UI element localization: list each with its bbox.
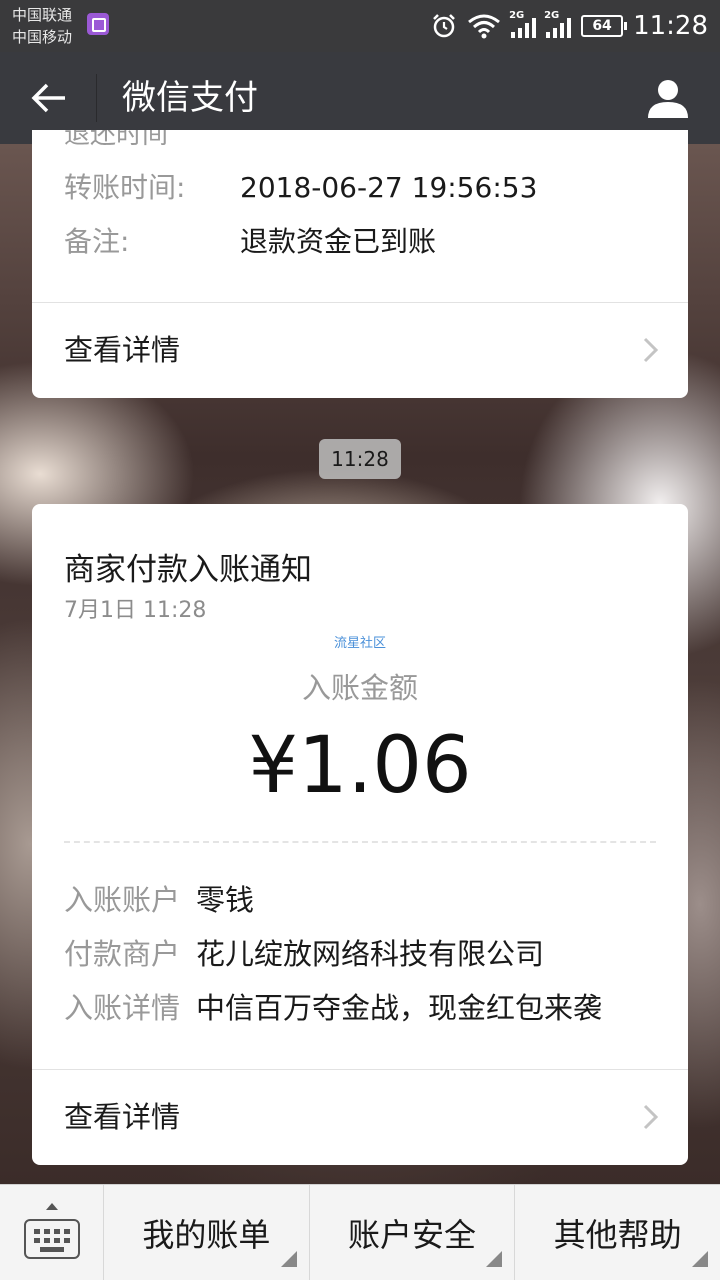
payment-notice-card[interactable]: 商家付款入账通知 7月1日 11:28 流星社区 入账金额 ¥1.06 入账账户…: [32, 504, 688, 1165]
view-details-button[interactable]: 查看详情: [32, 302, 688, 398]
partial-field-label: 退还时间: [64, 130, 169, 146]
status-clock: 11:28: [633, 11, 708, 41]
nav-divider: [96, 74, 97, 122]
watermark-text: 流星社区: [333, 636, 386, 651]
submenu-indicator-icon: [692, 1251, 709, 1267]
merchant-value: 花儿绽放网络科技有限公司: [196, 937, 545, 971]
alarm-icon: [433, 14, 455, 38]
transfer-time-label: 转账时间:: [64, 171, 186, 204]
refund-notice-card: 退还时间 转账时间: 2018-06-27 19:56:53 备注: 退款资金已…: [32, 130, 688, 398]
arrow-left-icon: [31, 83, 65, 113]
keyboard-icon: [24, 1219, 80, 1259]
menu-account-security-label: 账户安全: [348, 1216, 477, 1254]
notice-title: 商家付款入账通知: [64, 552, 312, 588]
notice-date: 7月1日 11:28: [64, 598, 207, 623]
user-icon: [648, 80, 688, 118]
network-type-1: 2G: [509, 10, 525, 21]
transfer-time-value: 2018-06-27 19:56:53: [240, 171, 538, 204]
detail-value: 中信百万夺金战，现金红包来袭: [196, 991, 603, 1025]
caret-up-icon: [46, 1203, 58, 1210]
wifi-icon: [468, 14, 500, 39]
view-details-label: 查看详情: [64, 333, 181, 367]
merchant-label: 付款商户: [64, 937, 181, 971]
note-label: 备注:: [64, 225, 130, 258]
gallery-notification-icon: [87, 13, 109, 35]
detail-row: 入账详情 中信百万夺金战，现金红包来袭: [64, 988, 602, 1028]
submenu-indicator-icon: [486, 1251, 503, 1267]
menu-my-bills-label: 我的账单: [142, 1216, 271, 1254]
carrier-1: 中国联通: [12, 6, 73, 24]
detail-label: 入账详情: [64, 991, 181, 1025]
menu-account-security[interactable]: 账户安全: [310, 1185, 516, 1280]
menu-other-help-label: 其他帮助: [553, 1216, 682, 1254]
view-details-button[interactable]: 查看详情: [32, 1069, 688, 1165]
note-value: 退款资金已到账: [240, 225, 437, 258]
account-label: 入账账户: [64, 883, 181, 917]
page-title: 微信支付: [122, 78, 258, 118]
transfer-time-row: 转账时间: 2018-06-27 19:56:53: [64, 170, 537, 206]
signal-1-icon: 2G: [509, 10, 537, 38]
battery-icon: 64: [581, 15, 628, 37]
status-icons: 2G 2G 64 11:28: [431, 0, 708, 52]
dashed-divider: [64, 841, 656, 843]
signal-2-icon: 2G: [544, 10, 572, 38]
account-value: 零钱: [196, 883, 255, 917]
account-row: 入账账户 零钱: [64, 880, 254, 920]
view-details-label: 查看详情: [64, 1100, 181, 1134]
chevron-right-icon: [643, 337, 659, 363]
message-timestamp: 11:28: [319, 439, 401, 479]
chevron-right-icon: [643, 1104, 659, 1130]
menu-other-help[interactable]: 其他帮助: [515, 1185, 720, 1280]
submenu-indicator-icon: [280, 1251, 297, 1267]
note-row: 备注: 退款资金已到账: [64, 224, 436, 260]
back-button[interactable]: [22, 74, 76, 122]
profile-button[interactable]: [642, 72, 694, 124]
bottom-menu: 我的账单 账户安全 其他帮助: [0, 1184, 720, 1280]
amount-value: ¥1.06: [248, 721, 472, 811]
keyboard-toggle-button[interactable]: [0, 1185, 104, 1280]
carrier-info: 中国联通 中国移动: [12, 4, 72, 48]
carrier-2: 中国移动: [12, 28, 73, 46]
status-bar: 中国联通 中国移动 2G 2G 64 11:28: [0, 0, 720, 52]
network-type-2: 2G: [544, 10, 560, 21]
menu-my-bills[interactable]: 我的账单: [104, 1185, 310, 1280]
amount-label: 入账金额: [301, 671, 418, 705]
merchant-row: 付款商户 花儿绽放网络科技有限公司: [64, 934, 544, 974]
